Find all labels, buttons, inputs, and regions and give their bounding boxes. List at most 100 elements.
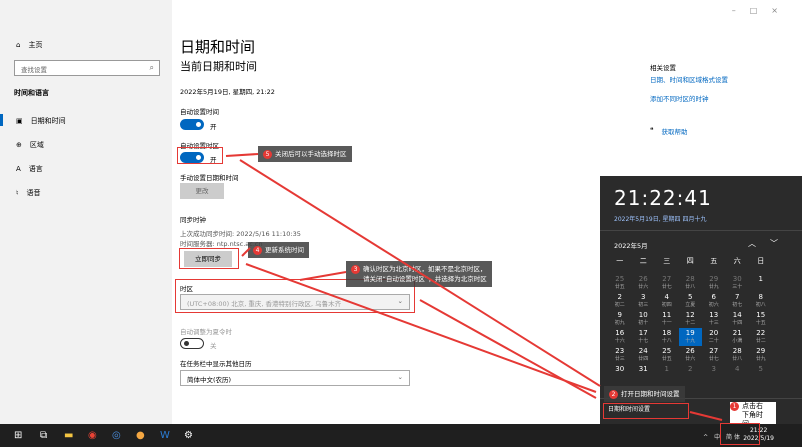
maximize-icon[interactable]: □ [750, 6, 772, 15]
sidebar-home[interactable]: ⌂ 主页 [16, 40, 42, 50]
calendar-nav[interactable]: ︿﹀ [748, 238, 792, 249]
calendar-day[interactable]: 14 十四 [726, 310, 750, 328]
weekday-label: 五 [710, 257, 718, 265]
highlight-sync-button [179, 248, 239, 269]
calendar-day[interactable]: 20 二十 [702, 328, 726, 346]
calendar-day[interactable]: 5 [749, 364, 773, 382]
calendar-day[interactable]: 27 廿七 [702, 346, 726, 364]
window-controls[interactable]: –□× [732, 6, 792, 15]
calendar-day[interactable]: 22 廿二 [749, 328, 773, 346]
settings-icon[interactable]: ⚙ [184, 430, 193, 441]
taskbar: ⊞ ⧉ ▬ ◉ ◎ ● W ⚙ ^ 中 简体 21:22 2022/5/19 [0, 424, 802, 447]
home-icon: ⌂ [16, 41, 21, 49]
calendar-day[interactable]: 17 十七 [632, 328, 656, 346]
change-button[interactable]: 更改 [180, 183, 224, 199]
calendar-day[interactable]: 4 初四 [655, 292, 679, 310]
sidebar-item-label: 区域 [29, 141, 44, 149]
region-format-link[interactable]: 日期、时间和区域格式设置 [650, 74, 728, 84]
calendar-day[interactable]: 10 初十 [632, 310, 656, 328]
calendar-day[interactable]: 30 三十 [726, 274, 750, 292]
calendar-day[interactable]: 12 十二 [679, 310, 703, 328]
calendar-day[interactable]: 2 初二 [608, 292, 632, 310]
taskview-icon[interactable]: ⧉ [40, 430, 47, 441]
calendar-day[interactable]: 29 廿九 [702, 274, 726, 292]
calendar-day[interactable]: 30 [608, 364, 632, 382]
sync-last-time: 上次成功同步时间: 2022/5/16 11:10:35 [180, 230, 301, 238]
word-icon[interactable]: W [160, 430, 170, 441]
calendar-day[interactable]: 3 [702, 364, 726, 382]
weekday-label: 日 [757, 257, 765, 265]
calendar-day[interactable]: 15 十五 [749, 310, 773, 328]
manual-time-label: 手动设置日期和时间 [180, 174, 239, 182]
sidebar-item-speech[interactable]: ♮ 语音 [16, 188, 41, 198]
highlight-auto-zone [177, 147, 223, 164]
sync-title: 同步时钟 [180, 216, 206, 224]
clock-date[interactable]: 2022年5月19日, 星期四 四月十九 [614, 214, 706, 223]
current-datetime: 2022年5月19日, 星期四, 21:22 [180, 88, 275, 96]
auto-time-toggle[interactable] [180, 119, 204, 130]
calendar-day[interactable]: 16 十六 [608, 328, 632, 346]
calendar-day[interactable]: 3 初三 [632, 292, 656, 310]
calendar-day[interactable]: 2 [679, 364, 703, 382]
chevron-down-icon[interactable]: ﹀ [770, 239, 792, 248]
calendar-day[interactable]: 25 廿五 [608, 274, 632, 292]
highlight-taskbar-clock [720, 423, 760, 445]
dst-toggle[interactable] [180, 338, 204, 349]
calendar-day[interactable]: 23 廿三 [608, 346, 632, 364]
minimize-icon[interactable]: – [732, 6, 750, 15]
start-icon[interactable]: ⊞ [14, 430, 22, 441]
main-panel: 日期和时间 当前日期和时间 2022年5月19日, 星期四, 21:22 自动设… [180, 0, 600, 424]
calendar-day[interactable]: 28 廿八 [726, 346, 750, 364]
microphone-icon: ♮ [16, 189, 19, 197]
extra-calendar-select[interactable]: 简体中文(农历) ⌄ [180, 370, 410, 386]
calendar-day[interactable]: 18 十八 [655, 328, 679, 346]
section-title: 当前日期和时间 [180, 60, 257, 73]
weekday-label: 六 [733, 257, 741, 265]
add-clock-link[interactable]: 添加不同时区的时钟 [650, 93, 709, 103]
calendar-day[interactable]: 28 廿八 [679, 274, 703, 292]
calendar-day[interactable]: 5 立夏 [679, 292, 703, 310]
calendar-day[interactable]: 26 廿六 [632, 274, 656, 292]
globe-icon: ⊕ [16, 141, 22, 149]
search-icon: ⌕ [149, 63, 154, 72]
calendar-day[interactable]: 26 廿六 [679, 346, 703, 364]
calendar-day[interactable]: 19 十九 [678, 328, 702, 346]
highlight-open-settings [603, 403, 689, 419]
sidebar-item-label: 日期和时间 [30, 117, 66, 125]
explorer-icon[interactable]: ▬ [64, 430, 73, 441]
calendar-day[interactable]: 9 初九 [608, 310, 632, 328]
calendar-month[interactable]: 2022年5月 [614, 240, 648, 250]
close-icon[interactable]: × [771, 6, 792, 15]
calendar-day[interactable]: 11 十一 [655, 310, 679, 328]
calendar-day[interactable]: 31 [632, 364, 656, 382]
app-icon[interactable]: ◎ [112, 430, 121, 441]
weekday-label: 二 [639, 257, 647, 265]
help-icon: ❝ [650, 126, 654, 134]
calendar-day[interactable]: 29 廿九 [749, 346, 773, 364]
calendar-day[interactable]: 6 初六 [702, 292, 726, 310]
calendar-day[interactable]: 7 初七 [726, 292, 750, 310]
calendar-day[interactable]: 1 [749, 274, 773, 292]
browser-icon[interactable]: ● [136, 430, 145, 441]
weekday-label: 三 [663, 257, 671, 265]
get-help-label: 获取帮助 [661, 128, 688, 136]
chrome-icon[interactable]: ◉ [88, 430, 97, 441]
sidebar-item-region[interactable]: ⊕ 区域 [16, 140, 44, 150]
calendar-day[interactable]: 25 廿五 [655, 346, 679, 364]
calendar-day[interactable]: 8 初八 [749, 292, 773, 310]
sidebar-item-language[interactable]: A 语言 [16, 164, 43, 174]
sidebar-item-datetime[interactable]: ▣ 日期和时间 [0, 114, 66, 126]
calendar-day[interactable]: 4 [726, 364, 750, 382]
calendar-day[interactable]: 27 廿七 [655, 274, 679, 292]
get-help-link[interactable]: ❝ 获取帮助 [650, 126, 688, 136]
calendar-day[interactable]: 24 廿四 [632, 346, 656, 364]
calendar-day[interactable]: 21 小满 [726, 328, 750, 346]
calendar-clock-icon: ▣ [16, 117, 23, 125]
calendar-day[interactable]: 13 十三 [702, 310, 726, 328]
note-4: 4 更新系统时间 [248, 242, 309, 258]
calendar-day[interactable]: 1 [655, 364, 679, 382]
note-5: 5 关闭后可以手动选择时区 [258, 146, 352, 162]
chevron-up-icon[interactable]: ︿ [748, 239, 770, 248]
search-input[interactable]: 查找设置 ⌕ [14, 60, 160, 76]
dst-label: 自动调整为夏令时 [180, 328, 232, 336]
